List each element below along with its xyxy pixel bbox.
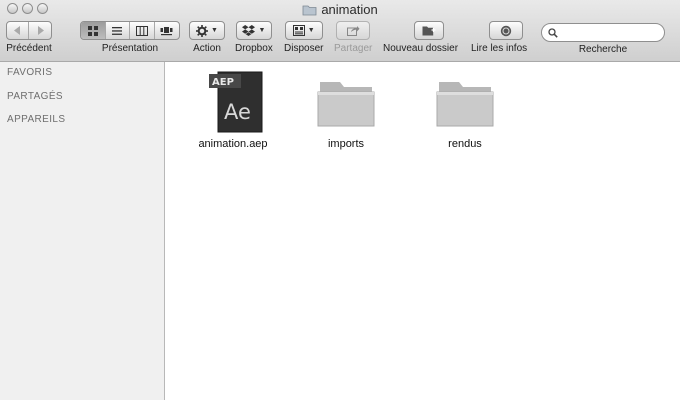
new-folder-icon	[422, 26, 436, 36]
icon-view-icon	[87, 25, 98, 36]
icon-view-button[interactable]	[81, 22, 106, 39]
forward-arrow-icon	[37, 26, 44, 35]
arrange-icon	[292, 25, 305, 36]
coverflow-view-button[interactable]	[155, 22, 179, 39]
get-info-label: Lire les infos	[471, 43, 528, 54]
search-label: Recherche	[578, 44, 628, 55]
dropbox-group: ▼ Dropbox	[235, 21, 273, 54]
folder-icon	[436, 82, 494, 127]
finder-window: animation Précédent Présentation ▼ Actio…	[0, 0, 680, 400]
view-selector	[80, 21, 180, 40]
dropbox-icon	[242, 25, 256, 36]
dropbox-button[interactable]: ▼	[235, 21, 272, 40]
folder-icon	[317, 82, 375, 127]
search-field[interactable]	[541, 23, 665, 42]
file-area: AEP Ae animation.aep imports rendus	[165, 62, 680, 400]
arrange-label: Disposer	[284, 43, 324, 54]
list-view-button[interactable]	[106, 22, 130, 39]
get-info-group: Lire les infos	[471, 21, 527, 54]
file-item-animation-aep[interactable]: AEP Ae animation.aep	[183, 70, 283, 150]
list-view-icon	[112, 26, 123, 35]
file-glyph: Ae	[224, 100, 251, 124]
share-icon	[346, 26, 360, 36]
sidebar-heading-devices[interactable]: APPAREILS	[7, 114, 65, 125]
share-group: Partager	[334, 21, 372, 54]
window-title-text: animation	[321, 2, 378, 17]
new-folder-group: Nouveau dossier	[383, 21, 458, 54]
dropbox-label: Dropbox	[235, 43, 273, 54]
coverflow-view-icon	[160, 26, 173, 35]
toolbar: animation Précédent Présentation ▼ Actio…	[0, 0, 680, 62]
sidebar-heading-shared[interactable]: PARTAGÉS	[7, 91, 63, 102]
arrange-button[interactable]: ▼	[284, 21, 323, 40]
share-label: Partager	[334, 43, 373, 54]
new-folder-label: Nouveau dossier	[383, 43, 459, 54]
back-arrow-icon	[14, 26, 20, 35]
back-label: Précédent	[6, 43, 52, 54]
info-icon	[500, 25, 512, 36]
arrange-group: ▼ Disposer	[284, 21, 323, 54]
search-icon	[548, 27, 558, 38]
action-button[interactable]: ▼	[189, 21, 225, 40]
action-label: Action	[193, 43, 221, 54]
folder-icon	[302, 5, 317, 15]
view-label: Présentation	[101, 43, 159, 54]
get-info-button[interactable]	[489, 21, 524, 40]
file-badge: AEP	[212, 77, 234, 88]
back-button[interactable]	[7, 22, 30, 39]
after-effects-file-icon: AEP Ae	[209, 71, 263, 133]
forward-button[interactable]	[29, 22, 51, 39]
search-input[interactable]	[562, 26, 661, 39]
chevron-down-icon: ▼	[307, 27, 315, 34]
file-name: animation.aep	[198, 138, 268, 150]
file-item-imports[interactable]: imports	[296, 70, 396, 150]
action-group: ▼ Action	[189, 21, 225, 54]
back-forward-control	[6, 21, 52, 40]
file-name: imports	[327, 138, 365, 150]
sidebar-heading-favorites[interactable]: FAVORIS	[7, 67, 52, 78]
view-group: Présentation	[80, 21, 180, 54]
chevron-down-icon: ▼	[211, 27, 218, 34]
column-view-icon	[135, 25, 148, 36]
file-name: rendus	[448, 138, 482, 150]
back-forward-group: Précédent	[6, 21, 52, 54]
column-view-button[interactable]	[130, 22, 155, 39]
gear-icon	[196, 24, 209, 37]
file-item-rendus[interactable]: rendus	[415, 70, 515, 150]
chevron-down-icon: ▼	[258, 27, 266, 34]
sidebar: FAVORIS PARTAGÉS APPAREILS	[0, 62, 165, 400]
window-title: animation	[0, 2, 680, 17]
share-button[interactable]	[336, 21, 371, 40]
new-folder-button[interactable]	[414, 21, 445, 40]
